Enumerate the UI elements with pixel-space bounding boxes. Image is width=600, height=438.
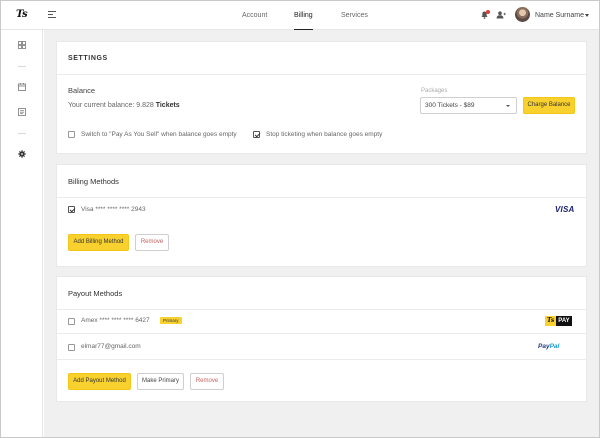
billing-methods-header: Billing Methods: [57, 165, 586, 198]
tspay-logo-icon: Ts PAY: [545, 316, 572, 326]
payout-method-label: elmar77@gmail.com: [81, 343, 141, 350]
primary-badge: Primary: [160, 317, 182, 324]
paypal-checkbox[interactable]: [68, 344, 75, 351]
add-payout-method-button[interactable]: Add Payout Method: [68, 373, 131, 390]
app-logo[interactable]: Ts: [16, 9, 28, 20]
paypal-logo-pal: Pal: [549, 343, 560, 350]
top-bar: Ts Account Billing Services Name Surname: [1, 1, 599, 31]
chevron-down-icon[interactable]: [585, 14, 589, 17]
tab-billing[interactable]: Billing: [294, 1, 313, 31]
remove-payout-button[interactable]: Remove: [190, 373, 224, 390]
make-primary-button[interactable]: Make Primary: [137, 373, 184, 390]
tspay-logo-ts: Ts: [545, 316, 557, 326]
settings-header: SETTINGS: [57, 42, 586, 75]
billing-method-label: Visa **** **** **** 2943: [81, 206, 146, 213]
stop-ticketing-checkbox[interactable]: [253, 131, 260, 138]
tab-services[interactable]: Services: [341, 1, 368, 30]
payout-methods-card: Payout Methods Amex **** **** **** 6427 …: [56, 276, 587, 402]
chevron-down-icon: [506, 105, 510, 107]
remove-billing-button[interactable]: Remove: [135, 234, 169, 251]
amex-checkbox[interactable]: [68, 318, 75, 325]
balance-title: Balance: [68, 86, 96, 95]
notification-dot: [486, 10, 490, 14]
pay-as-you-sell-checkbox[interactable]: [68, 131, 75, 138]
packages-label: Packages: [421, 88, 448, 94]
sidebar-divider: [18, 66, 26, 67]
payout-methods-header: Payout Methods: [57, 277, 586, 310]
paypal-logo-icon: PayPal: [538, 343, 559, 350]
avatar[interactable]: [515, 7, 530, 22]
balance-text: Your current balance: 9.828 Tickets: [68, 102, 180, 109]
visa-checkbox[interactable]: [68, 206, 75, 213]
sidebar: [1, 30, 43, 437]
gear-icon[interactable]: [18, 150, 26, 158]
people-icon[interactable]: [496, 11, 506, 19]
list-icon[interactable]: [18, 108, 26, 116]
payout-method-label: Amex **** **** **** 6427: [81, 317, 150, 324]
main-content: SETTINGS Balance Your current balance: 9…: [44, 30, 599, 437]
calendar-icon[interactable]: [18, 83, 26, 91]
settings-card: SETTINGS Balance Your current balance: 9…: [56, 41, 587, 154]
billing-methods-card: Billing Methods Visa **** **** **** 2943…: [56, 164, 587, 267]
packages-select[interactable]: 300 Tickets - $89: [420, 97, 517, 114]
packages-select-value: 300 Tickets - $89: [425, 102, 475, 109]
balance-value: Your current balance: 9.828: [68, 102, 154, 109]
stop-ticketing-label: Stop ticketing when balance goes empty: [266, 131, 383, 138]
add-billing-method-button[interactable]: Add Billing Method: [68, 234, 129, 251]
tab-account[interactable]: Account: [242, 1, 267, 30]
user-name[interactable]: Name Surname: [535, 1, 584, 30]
paypal-logo-pay: Pay: [538, 343, 550, 350]
pay-as-you-sell-label: Switch to "Pay As You Sell" when balance…: [81, 131, 237, 138]
dashboard-icon[interactable]: [18, 41, 26, 49]
sidebar-divider: [18, 133, 26, 134]
row-divider: [57, 359, 586, 360]
charge-balance-button[interactable]: Charge Balance: [523, 97, 575, 114]
menu-icon[interactable]: [48, 11, 56, 18]
balance-unit: Tickets: [155, 102, 180, 109]
tspay-logo-pay: PAY: [556, 316, 572, 326]
visa-logo-icon: VISA: [555, 205, 575, 214]
row-divider: [57, 333, 586, 334]
